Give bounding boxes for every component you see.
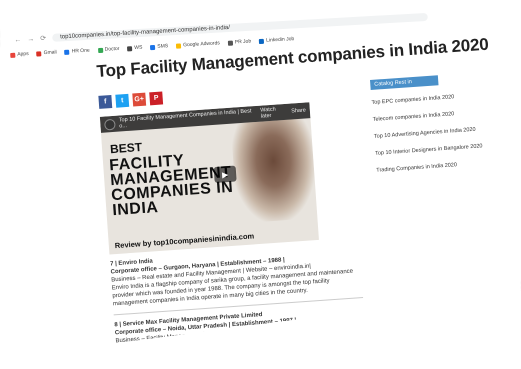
reload-icon[interactable]: ⟳ [40, 34, 46, 42]
watch-later-button[interactable]: Watch later [260, 106, 288, 120]
google-plus-share-button[interactable]: G+ [132, 92, 147, 107]
bookmark-pr-job[interactable]: PR Job [227, 39, 251, 46]
video-text-best: BEST [109, 140, 143, 157]
handshake-image [230, 118, 318, 224]
bookmark-hr-one[interactable]: HR One [64, 48, 90, 55]
forward-icon[interactable]: → [27, 35, 34, 42]
bookmark-gmail[interactable]: Gmail [36, 49, 57, 57]
video-embed[interactable]: Top 10 Facility Management Companies in … [99, 102, 319, 255]
apps-icon [10, 52, 16, 58]
linkedin-icon [259, 38, 265, 44]
drive-icon [64, 49, 70, 55]
bookmark-ws[interactable]: WS [127, 45, 143, 52]
bookmark-sms[interactable]: SMS [150, 43, 168, 50]
bookmark-apps[interactable]: Apps [10, 51, 29, 58]
play-icon[interactable]: ▶ [213, 165, 237, 184]
channel-avatar[interactable] [104, 118, 116, 131]
doctor-icon [97, 47, 103, 53]
gmail-icon [36, 50, 42, 57]
pinterest-share-button[interactable]: P [149, 91, 164, 106]
adwords-icon [176, 42, 182, 49]
bookmark-doctor[interactable]: Doctor [97, 46, 120, 53]
screen-photo: ← → ⟳ top10companies.in/top-facility-man… [0, 6, 521, 356]
bookmark-linkedin-job[interactable]: Linkedin Job [259, 36, 294, 44]
sidebar-links: Top EPC companies in India 2020 Telecom … [371, 92, 496, 174]
bookmark-google-adwords[interactable]: Google Adwords [176, 40, 220, 48]
sidebar: Catalog Rest in Top EPC companies in Ind… [370, 72, 497, 185]
ws-icon [127, 45, 133, 51]
share-button[interactable]: Share [291, 107, 306, 114]
sidebar-link[interactable]: Trading Companies in India 2020 [376, 159, 496, 174]
video-review-caption: Review by top10companiesinindia.com [114, 231, 255, 251]
twitter-share-button[interactable]: t [115, 93, 130, 108]
sidebar-link[interactable]: Top 10 Interior Designers in Bangalore 2… [375, 142, 495, 156]
sidebar-link[interactable]: Telecom companies in India 2020 [373, 109, 493, 123]
sms-icon [150, 44, 156, 50]
list-item: 8 | Service Max Facility Management Priv… [114, 304, 365, 345]
pr-icon [227, 40, 233, 46]
sidebar-link[interactable]: Top 10 Advertising Agencies in India 202… [374, 125, 494, 140]
back-icon[interactable]: ← [14, 36, 21, 43]
facebook-share-button[interactable]: f [98, 95, 113, 109]
video-headline: FACILITY MANAGEMENT COMPANIES IN INDIA [108, 152, 234, 220]
sidebar-link[interactable]: Top EPC companies in India 2020 [371, 92, 491, 106]
